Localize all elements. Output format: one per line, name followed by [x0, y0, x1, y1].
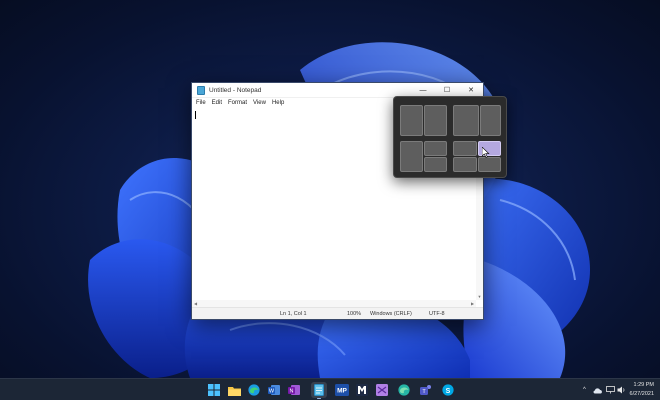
edge-icon[interactable] [246, 382, 262, 398]
system-clock[interactable]: 1:29 PM 6/27/2021 [630, 381, 654, 399]
cursor-position: Ln 1, Col 1 [280, 311, 307, 317]
snap-layouts-flyout [393, 96, 507, 178]
zoom-level: 100% [347, 311, 362, 317]
svg-text:W: W [269, 389, 275, 395]
visual-studio-icon[interactable] [374, 382, 390, 398]
snap-zone-wide-left[interactable] [453, 105, 479, 136]
scroll-down-arrow-icon[interactable]: ▼ [476, 293, 483, 300]
clock-date: 6/27/2021 [629, 391, 654, 397]
menu-file[interactable]: File [196, 100, 206, 106]
snap-zone-halves-left[interactable] [400, 105, 423, 136]
scroll-right-arrow-icon[interactable]: ▶ [469, 300, 476, 307]
word-icon[interactable]: W [266, 382, 282, 398]
notepad-icon [197, 85, 205, 95]
tray-overflow-chevron[interactable]: ^ [583, 382, 586, 398]
start-icon[interactable] [206, 382, 222, 398]
snap-zone-main-left[interactable] [400, 141, 423, 172]
clock-time: 1:29 PM [633, 382, 654, 388]
menu-view[interactable]: View [253, 100, 266, 106]
cloud-icon[interactable] [593, 382, 603, 398]
snap-zone-grid-bottom-right[interactable] [478, 157, 501, 172]
menu-help[interactable]: Help [272, 100, 284, 106]
active-indicator [317, 397, 321, 399]
status-bar: Ln 1, Col 1 100% Windows (CRLF) UTF-8 [192, 307, 483, 319]
snap-zone-stack-bottom-right[interactable] [424, 157, 447, 172]
mp-label: MP [337, 388, 347, 395]
snap-zone-stack-top-right[interactable] [424, 141, 447, 156]
scroll-left-arrow-icon[interactable]: ◀ [192, 300, 199, 307]
mouse-pointer-icon [482, 147, 490, 158]
text-caret [195, 111, 196, 119]
notepad-taskbar-icon[interactable] [311, 382, 327, 399]
menu-edit[interactable]: Edit [212, 100, 222, 106]
taskbar: W N MP T S ^ 1:29 PM 6/27/2021 [0, 378, 660, 400]
file-explorer-icon[interactable] [226, 382, 242, 398]
chevron-up-icon: ^ [583, 387, 586, 393]
edge-dev-icon[interactable] [396, 382, 412, 398]
volume-icon[interactable] [617, 382, 626, 398]
horizontal-scrollbar[interactable]: ◀ ▶ [192, 300, 476, 307]
teams-icon[interactable] [354, 382, 370, 398]
snap-zone-narrow-right[interactable] [480, 105, 501, 136]
window-title: Untitled - Notepad [209, 86, 262, 94]
onenote-icon[interactable]: N [286, 382, 302, 398]
svg-text:N: N [290, 389, 294, 395]
snap-zone-grid-top-left[interactable] [453, 141, 477, 156]
line-endings: Windows (CRLF) [370, 311, 412, 317]
svg-text:S: S [446, 388, 451, 395]
teams-chat-icon[interactable]: T [418, 382, 434, 398]
mp-app-icon[interactable]: MP [334, 382, 350, 398]
encoding: UTF-8 [429, 311, 445, 317]
menu-format[interactable]: Format [228, 100, 247, 106]
skype-icon[interactable]: S [440, 382, 456, 398]
snap-zone-halves-right[interactable] [424, 105, 447, 136]
snap-zone-grid-bottom-left[interactable] [453, 157, 477, 172]
network-icon[interactable] [606, 382, 615, 398]
